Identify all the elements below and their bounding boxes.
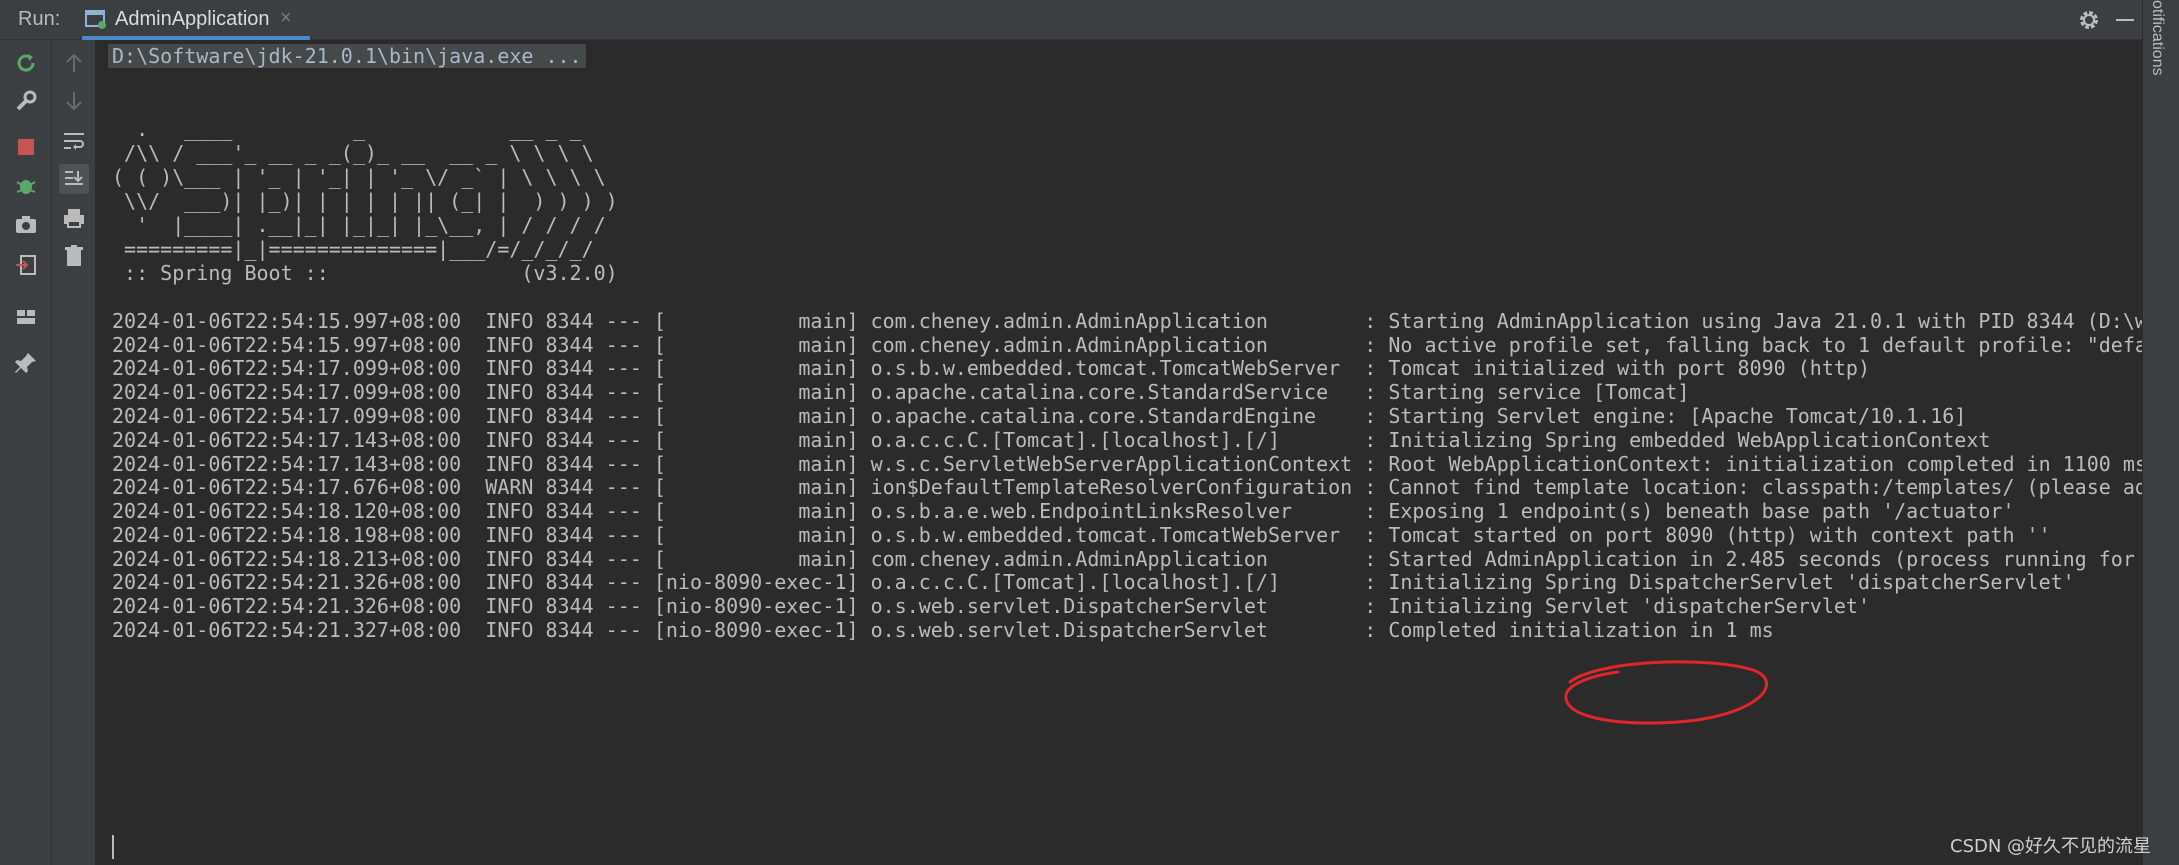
log-line: 2024-01-06T22:54:17.099+08:00 INFO 8344 … [112, 380, 1690, 404]
banner-line: /\\ / ___'_ __ _ _(_)_ __ __ _ \ \ \ \ [112, 141, 594, 165]
annotation-circle [1564, 660, 1768, 725]
banner-line: ( ( )\___ | '_ | '_| | '_ \/ _` | \ \ \ … [112, 165, 606, 189]
run-toolbar: Run: AdminApplication × [0, 0, 2142, 40]
application-icon [85, 10, 106, 29]
soft-wrap-icon[interactable] [59, 126, 89, 156]
log-line: 2024-01-06T22:54:21.326+08:00 INFO 8344 … [112, 570, 2075, 594]
gear-icon[interactable] [2077, 8, 2101, 32]
stop-icon[interactable] [11, 132, 41, 162]
spring-boot-version-line: :: Spring Boot :: (v3.2.0) [112, 261, 618, 285]
log-line: 2024-01-06T22:54:15.997+08:00 INFO 8344 … [112, 309, 2142, 333]
scroll-to-end-icon[interactable] [59, 164, 89, 194]
log-line-warn: 2024-01-06T22:54:17.676+08:00 WARN 8344 … [112, 475, 2142, 499]
command-line[interactable]: D:\Software\jdk-21.0.1\bin\java.exe ... [108, 44, 586, 68]
trash-icon[interactable] [59, 241, 89, 271]
log-line: 2024-01-06T22:54:17.143+08:00 INFO 8344 … [112, 428, 1991, 452]
log-line: 2024-01-06T22:54:21.326+08:00 INFO 8344 … [112, 594, 1870, 618]
pin-icon[interactable] [11, 348, 41, 378]
right-tool-strip [2142, 0, 2179, 865]
console-output[interactable]: D:\Software\jdk-21.0.1\bin\java.exe ... … [97, 40, 2142, 865]
tab-admin-application[interactable]: AdminApplication × [82, 0, 310, 40]
banner-line: \\/ ___)| |_)| | | | | || (_| | ) ) ) ) [112, 189, 618, 213]
watermark: CSDN @好久不见的流星 [1950, 836, 2152, 857]
log-line: 2024-01-06T22:54:17.099+08:00 INFO 8344 … [112, 356, 1870, 380]
log-line: 2024-01-06T22:54:15.997+08:00 INFO 8344 … [112, 333, 2142, 357]
up-arrow-icon[interactable] [59, 48, 89, 78]
log-line-tomcat-started: 2024-01-06T22:54:18.198+08:00 INFO 8344 … [112, 523, 2051, 547]
print-icon[interactable] [59, 203, 89, 233]
layout-icon[interactable] [11, 302, 41, 332]
left-toolbar [0, 40, 52, 865]
log-line: 2024-01-06T22:54:21.327+08:00 INFO 8344 … [112, 618, 1774, 642]
debug-bug-icon[interactable] [11, 171, 41, 201]
banner-line: ' |____| .__|_| |_|_| |_\__, | / / / / [112, 213, 606, 237]
banner-line: . ____ _ __ _ _ [112, 117, 582, 141]
down-arrow-icon[interactable] [59, 86, 89, 116]
run-label: Run: [18, 8, 61, 30]
banner-line: =========|_|==============|___/=/_/_/_/ [112, 237, 594, 261]
command-text[interactable]: D:\Software\jdk-21.0.1\bin\java.exe ... [108, 44, 586, 68]
exit-icon[interactable] [11, 250, 41, 280]
console-toolbar [52, 40, 96, 865]
close-icon[interactable]: × [280, 7, 292, 30]
wrench-icon[interactable] [11, 86, 41, 116]
rerun-icon[interactable] [11, 48, 41, 78]
notifications-tab[interactable]: otifications [2148, 0, 2166, 76]
log-line: 2024-01-06T22:54:17.099+08:00 INFO 8344 … [112, 404, 1967, 428]
minimize-icon[interactable] [2116, 19, 2134, 21]
text-caret [112, 835, 114, 859]
camera-icon[interactable] [11, 210, 41, 240]
tab-label: AdminApplication [115, 8, 270, 30]
log-line: 2024-01-06T22:54:18.213+08:00 INFO 8344 … [112, 547, 2142, 571]
log-line: 2024-01-06T22:54:18.120+08:00 INFO 8344 … [112, 499, 2015, 523]
log-line: 2024-01-06T22:54:17.143+08:00 INFO 8344 … [112, 452, 2142, 476]
